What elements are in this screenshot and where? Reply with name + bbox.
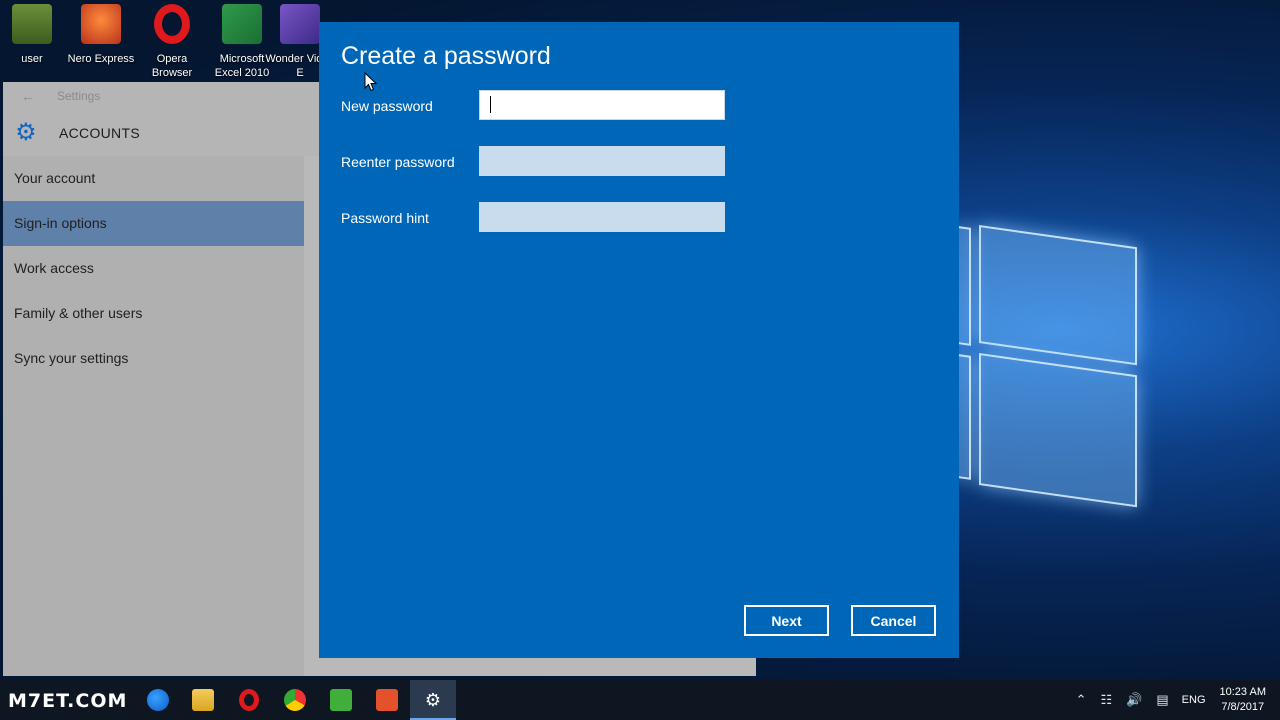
desktop-icon-nero-express[interactable]: Nero Express xyxy=(66,4,136,66)
taskbar-settings[interactable]: ⚙ xyxy=(410,680,456,720)
camtasia-orange-icon xyxy=(376,689,398,711)
clock-time: 10:23 AM xyxy=(1219,686,1266,698)
taskbar-opera[interactable] xyxy=(226,680,272,720)
excel-icon xyxy=(222,4,262,44)
video-editor-icon xyxy=(280,4,320,44)
system-tray: ⌃ ☷ 🔊 ▤ ENG 10:23 AM 7/8/2017 xyxy=(1069,680,1280,720)
chevron-up-icon[interactable]: ⌃ xyxy=(1076,692,1087,708)
taskbar-edge[interactable] xyxy=(135,680,181,720)
watermark-text: M7ET.COM xyxy=(8,690,128,712)
reenter-password-input[interactable] xyxy=(479,146,725,176)
volume-icon[interactable]: 🔊 xyxy=(1126,692,1142,708)
folder-icon xyxy=(192,689,214,711)
cancel-button[interactable]: Cancel xyxy=(851,605,936,636)
settings-nav: Your account Sign-in options Work access… xyxy=(3,156,304,676)
windows-logo xyxy=(955,192,1145,529)
dialog-title: Create a password xyxy=(341,42,551,70)
nero-icon xyxy=(81,4,121,44)
section-title: ACCOUNTS xyxy=(59,125,140,141)
desktop-icon-label: Microsoft Excel 2010 xyxy=(214,53,270,79)
desktop-icon-opera[interactable]: Opera Browser xyxy=(137,4,207,80)
mouse-cursor-icon xyxy=(364,72,378,92)
chrome-icon xyxy=(284,689,306,711)
opera-icon xyxy=(239,689,259,711)
new-password-input[interactable] xyxy=(479,90,725,120)
back-arrow-icon[interactable]: ← xyxy=(21,88,35,104)
nav-item-your-account[interactable]: Your account xyxy=(3,156,304,201)
password-hint-input[interactable] xyxy=(479,202,725,232)
nav-item-work-access[interactable]: Work access xyxy=(3,246,304,291)
desktop-icon-label: Opera Browser xyxy=(151,53,193,79)
taskbar-camtasia-recorder[interactable] xyxy=(318,680,364,720)
desktop-icon-label: user xyxy=(21,53,43,65)
desktop-icon-label: Nero Express xyxy=(67,53,135,65)
notification-icon[interactable]: ▤ xyxy=(1156,692,1168,708)
opera-icon xyxy=(154,4,190,44)
next-button[interactable]: Next xyxy=(744,605,829,636)
desktop-icons: user Nero Express Opera Browser Microsof… xyxy=(0,0,335,82)
desktop-icon-user[interactable]: user xyxy=(0,4,67,66)
edge-icon xyxy=(147,689,169,711)
clock[interactable]: 10:23 AM 7/8/2017 xyxy=(1220,685,1266,715)
new-password-label: New password xyxy=(341,98,433,114)
nav-item-sync-settings[interactable]: Sync your settings xyxy=(3,336,304,381)
nav-item-family-other-users[interactable]: Family & other users xyxy=(3,291,304,336)
user-folder-icon xyxy=(12,4,52,44)
settings-gear-icon: ⚙ xyxy=(424,690,442,710)
taskbar-camtasia-studio[interactable] xyxy=(364,680,410,720)
reenter-password-label: Reenter password xyxy=(341,154,455,170)
gear-icon: ⚙ xyxy=(15,119,37,146)
password-hint-label: Password hint xyxy=(341,210,429,226)
camtasia-green-icon xyxy=(330,689,352,711)
nav-item-sign-in-options[interactable]: Sign-in options xyxy=(3,201,304,246)
create-password-dialog: Create a password New password Reenter p… xyxy=(319,22,959,658)
taskbar-file-explorer[interactable] xyxy=(180,680,226,720)
language-indicator[interactable]: ENG xyxy=(1182,694,1206,706)
clock-date: 7/8/2017 xyxy=(1221,701,1265,713)
network-icon[interactable]: ☷ xyxy=(1101,692,1113,708)
window-title: Settings xyxy=(57,89,101,103)
taskbar-chrome[interactable] xyxy=(272,680,318,720)
text-caret xyxy=(490,96,491,113)
